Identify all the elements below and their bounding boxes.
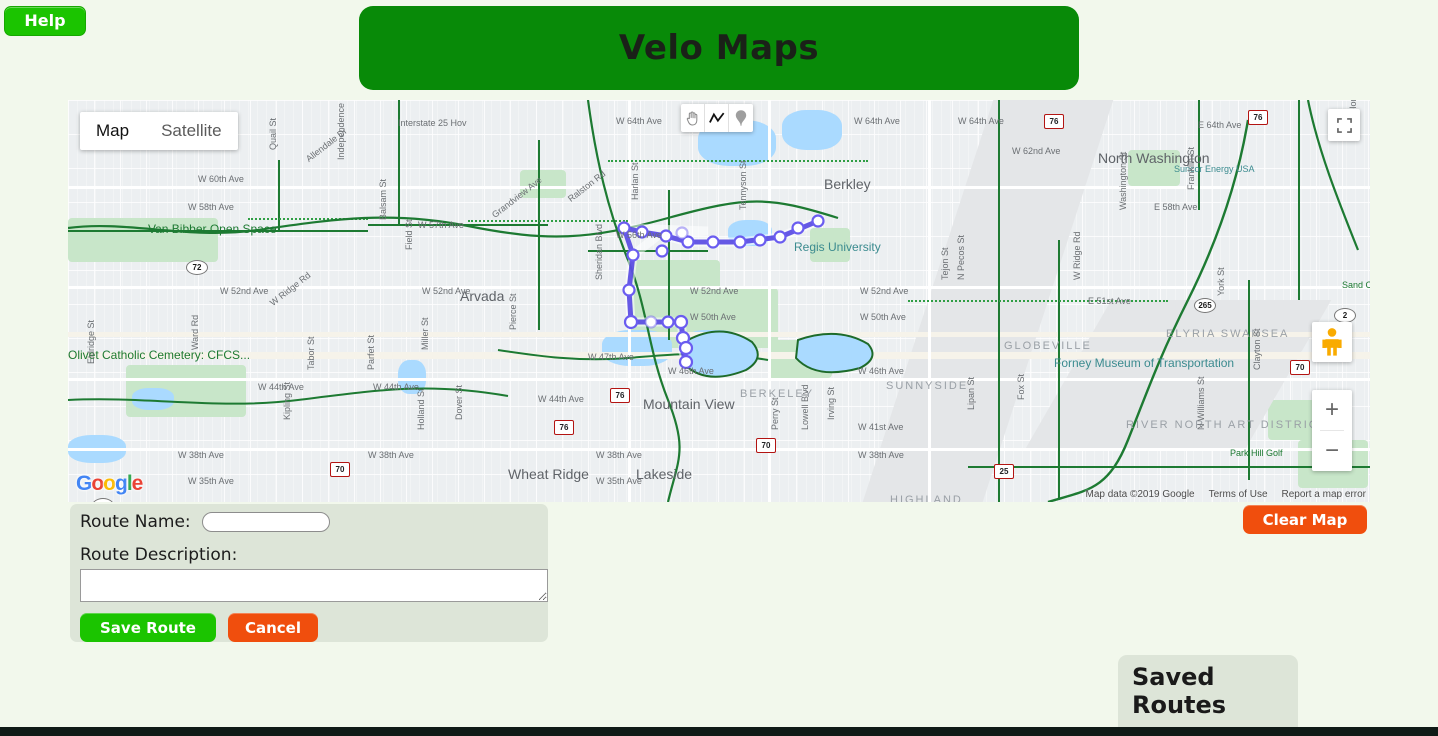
map-attribution: Map data ©2019 Google Terms of Use Repor…	[1085, 489, 1366, 500]
report-map-error-link[interactable]: Report a map error	[1282, 489, 1366, 500]
logo-letter: e	[131, 472, 144, 495]
pegman-icon	[1322, 328, 1342, 356]
zoom-control[interactable]: + −	[1312, 390, 1352, 471]
zoom-in-button[interactable]: +	[1312, 390, 1352, 430]
title-banner: Velo Maps	[359, 6, 1079, 90]
map-shield: 70	[330, 462, 350, 477]
bottom-bar	[0, 727, 1438, 736]
lake-outline	[682, 330, 759, 378]
google-logo: Google	[76, 472, 144, 496]
pan-hand-icon[interactable]	[681, 104, 705, 132]
lake-outline	[794, 332, 874, 374]
map-canvas[interactable]: Arvada Lakeside Mountain View Wheat Ridg…	[68, 100, 1370, 502]
page-root: Help Velo Maps Arvada Lakeside Mountain …	[0, 0, 1438, 736]
logo-letter: G	[76, 472, 92, 495]
drawing-tools-control[interactable]	[681, 104, 753, 132]
map-shield: 76	[1248, 110, 1268, 125]
route-form-buttons: Save Route Cancel	[80, 613, 538, 642]
map-vector-layer	[68, 100, 1360, 502]
map-container[interactable]: Arvada Lakeside Mountain View Wheat Ridg…	[68, 100, 1370, 502]
save-route-button[interactable]: Save Route	[80, 613, 216, 642]
bike-trail-path	[68, 387, 509, 405]
map-shield: 72	[186, 260, 208, 275]
zoom-out-button[interactable]: −	[1312, 431, 1352, 471]
bike-trail-path	[1047, 119, 1250, 502]
saved-routes-title: Saved Routes	[1132, 663, 1227, 719]
route-name-input[interactable]	[201, 512, 330, 532]
map-shield: 76	[1044, 114, 1064, 129]
map-shield: 70	[1290, 360, 1310, 375]
map-shield: 76	[554, 420, 574, 435]
route-description-label: Route Description:	[80, 545, 238, 565]
marker-pin-icon[interactable]	[729, 104, 753, 132]
map-shield: 25	[994, 464, 1014, 479]
map-type-map[interactable]: Map	[80, 112, 145, 150]
terms-of-use-link[interactable]: Terms of Use	[1209, 489, 1268, 500]
clear-map-button[interactable]: Clear Map	[1243, 505, 1367, 534]
attribution-copyright: Map data ©2019 Google	[1085, 489, 1195, 500]
route-name-row: Route Name:	[80, 512, 538, 532]
route-name-label: Route Name:	[80, 512, 191, 532]
map-shield: 76	[610, 388, 630, 403]
page-title: Velo Maps	[618, 28, 820, 68]
help-button[interactable]: Help	[4, 6, 86, 36]
fullscreen-button[interactable]	[1328, 109, 1360, 141]
map-shield: 265	[1194, 298, 1216, 313]
logo-letter: o	[103, 472, 116, 495]
logo-letter: g	[115, 472, 128, 495]
map-shield: 2	[1334, 308, 1356, 323]
cancel-button[interactable]: Cancel	[228, 613, 318, 642]
saved-routes-panel: Saved Routes test route	[1118, 655, 1298, 736]
map-shield: 70	[756, 438, 776, 453]
route-description-input[interactable]	[80, 569, 548, 602]
map-type-control[interactable]: Map Satellite	[80, 112, 238, 150]
route-form-panel: Route Name: Route Description: Save Rout…	[70, 504, 548, 642]
map-type-satellite[interactable]: Satellite	[145, 112, 237, 150]
pegman-street-view-button[interactable]	[1312, 322, 1352, 362]
polyline-icon[interactable]	[705, 104, 729, 132]
bike-trail-path	[68, 200, 839, 238]
logo-letter: o	[91, 472, 104, 495]
